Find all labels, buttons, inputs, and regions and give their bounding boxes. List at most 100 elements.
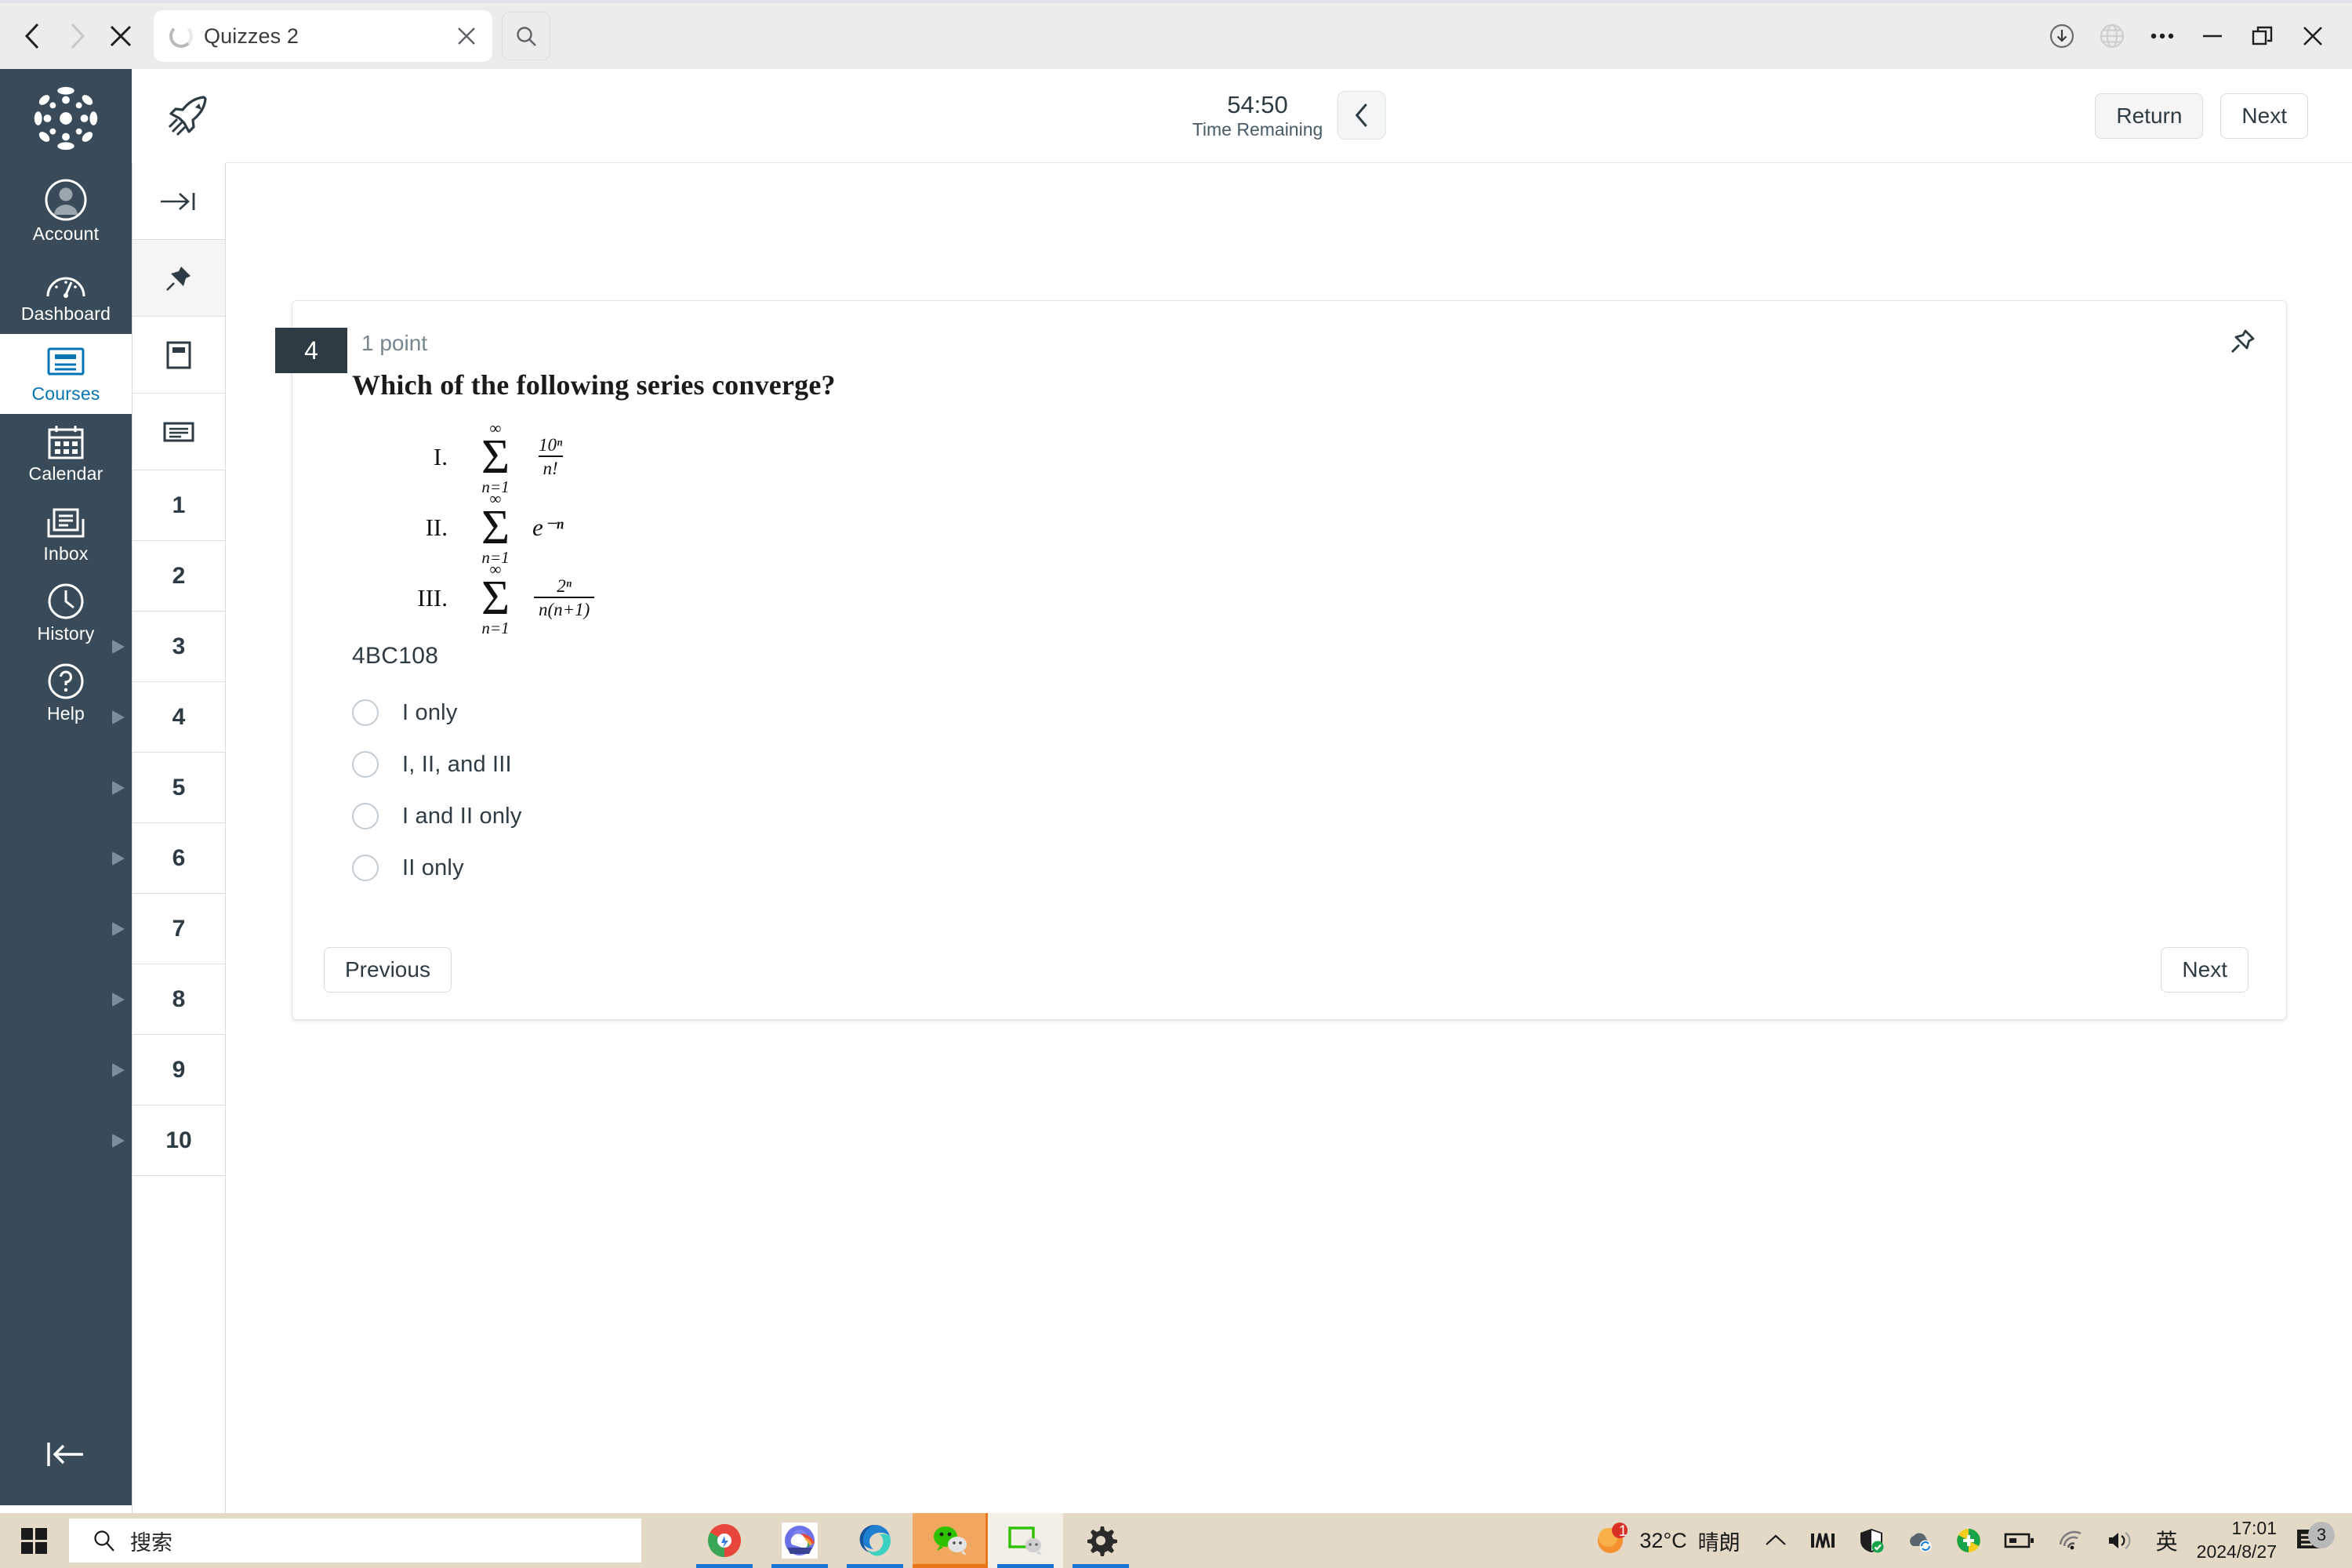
radio-button[interactable] xyxy=(352,855,379,881)
edge-icon xyxy=(859,1525,891,1556)
question-navigation-rail: 1 2 3 4 5 6 7 8 9 10 xyxy=(112,163,226,1513)
question-nav-item[interactable]: 7 xyxy=(112,894,225,964)
next-button-header[interactable]: Next xyxy=(2220,93,2308,139)
tray-sync-cloud[interactable] xyxy=(1896,1513,1944,1568)
tab-close-button[interactable] xyxy=(453,23,480,49)
more-options-button[interactable] xyxy=(2137,12,2187,60)
inbox-icon xyxy=(45,503,86,541)
quiz-header-actions: Return Next xyxy=(2095,93,2352,139)
wecom-icon xyxy=(1008,1526,1042,1555)
question-nav-item[interactable]: 3 xyxy=(112,612,225,682)
download-icon xyxy=(2049,24,2074,49)
previous-button[interactable]: Previous xyxy=(324,947,452,993)
tray-security-plus[interactable] xyxy=(1944,1513,1993,1568)
sigma-glyph: Σ xyxy=(481,572,510,625)
radio-button[interactable] xyxy=(352,699,379,726)
rail-pin-button[interactable] xyxy=(132,240,225,317)
question-number: 1 xyxy=(172,492,186,518)
rail-list-button[interactable] xyxy=(132,394,225,470)
page-icon xyxy=(166,341,191,368)
taskbar-chrome-button[interactable] xyxy=(687,1513,762,1568)
question-nav-item[interactable]: 5 xyxy=(112,753,225,823)
network-monitor-icon xyxy=(1810,1533,1835,1548)
sidebar-item-calendar[interactable]: Calendar xyxy=(0,414,132,494)
collapse-nav-button[interactable] xyxy=(0,1439,132,1469)
windows-taskbar: 搜索 1 32°C 晴朗 英 17:01 2024/8/27 3 xyxy=(0,1513,2352,1568)
download-button[interactable] xyxy=(2037,12,2087,60)
fraction-denominator: n(n+1) xyxy=(534,597,595,620)
question-nav-item[interactable]: 4 xyxy=(112,682,225,753)
question-nav-item[interactable]: 2 xyxy=(132,541,225,612)
question-number: 9 xyxy=(172,1056,186,1083)
close-window-button[interactable] xyxy=(2288,12,2338,60)
taskbar-wecom-button[interactable] xyxy=(988,1513,1063,1568)
quiz-main-content: 4 1 point Which of the following series … xyxy=(226,163,2352,1513)
restore-button[interactable] xyxy=(2238,12,2288,60)
rocket-button[interactable] xyxy=(163,91,220,143)
timer-collapse-button[interactable] xyxy=(1337,91,1386,140)
math-roman-label: I. xyxy=(433,443,448,470)
tray-network-monitor[interactable] xyxy=(1798,1513,1847,1568)
answer-label: I, II, and III xyxy=(402,751,512,777)
clock-time: 17:01 xyxy=(2231,1518,2277,1539)
back-button[interactable] xyxy=(11,14,55,58)
answer-option[interactable]: II only xyxy=(352,842,2286,894)
tray-wifi[interactable] xyxy=(2046,1513,2095,1568)
tray-defender-shield[interactable] xyxy=(1847,1513,1896,1568)
start-button[interactable] xyxy=(0,1513,69,1568)
taskbar-edge-button[interactable] xyxy=(837,1513,913,1568)
taskbar-clock[interactable]: 17:01 2024/8/27 xyxy=(2189,1517,2289,1564)
math-row: I. ∞ Σ n=1 10ⁿ n! xyxy=(399,419,2286,496)
tray-battery[interactable] xyxy=(1993,1513,2046,1568)
question-math-block: I. ∞ Σ n=1 10ⁿ n! II. ∞ Σ n=1 e⁻ⁿ III. ∞… xyxy=(399,419,2286,637)
canvas-logo-icon[interactable] xyxy=(27,80,104,157)
question-pin-button[interactable] xyxy=(2223,323,2261,361)
forward-button[interactable] xyxy=(55,14,99,58)
answer-label: II only xyxy=(402,855,464,880)
question-nav-item[interactable]: 8 xyxy=(112,964,225,1035)
sidebar-item-inbox[interactable]: Inbox xyxy=(0,494,132,574)
weather-widget[interactable]: 1 32°C 晴朗 xyxy=(1580,1522,1752,1559)
chevron-up-icon xyxy=(1765,1534,1786,1545)
sidebar-item-account[interactable]: Account xyxy=(0,174,132,254)
question-number: 3 xyxy=(172,633,186,659)
question-nav-item[interactable]: 10 xyxy=(112,1105,225,1176)
return-button[interactable]: Return xyxy=(2095,93,2204,139)
radio-button[interactable] xyxy=(352,751,379,778)
tray-ime-indicator[interactable]: 英 xyxy=(2145,1513,2189,1568)
translate-button[interactable] xyxy=(2087,12,2137,60)
sidebar-item-courses[interactable]: Courses xyxy=(0,334,132,414)
answer-option[interactable]: I, II, and III xyxy=(352,739,2286,790)
tray-expand-button[interactable] xyxy=(1753,1513,1798,1568)
taskbar-cloud-app-button[interactable] xyxy=(762,1513,837,1568)
question-nav-item[interactable]: 1 xyxy=(132,470,225,541)
rail-collapse-button[interactable] xyxy=(132,163,225,240)
tab-search-button[interactable] xyxy=(502,12,550,60)
question-number: 8 xyxy=(172,985,186,1012)
tray-volume[interactable] xyxy=(2095,1513,2145,1568)
weather-sun-icon: 1 xyxy=(1595,1522,1628,1559)
chrome-icon xyxy=(707,1523,742,1557)
app-running-indicator xyxy=(913,1564,988,1568)
close-icon xyxy=(2303,27,2322,45)
sidebar-item-dashboard[interactable]: Dashboard xyxy=(0,254,132,334)
next-button-footer[interactable]: Next xyxy=(2161,947,2249,993)
taskbar-settings-button[interactable] xyxy=(1063,1513,1138,1568)
question-stem: Which of the following series converge? xyxy=(352,369,836,401)
taskbar-search-box[interactable]: 搜索 xyxy=(69,1519,641,1563)
minimize-button[interactable] xyxy=(2187,12,2238,60)
notification-center-button[interactable]: 3 xyxy=(2289,1522,2341,1556)
rail-page-button[interactable] xyxy=(132,317,225,394)
radio-button[interactable] xyxy=(352,803,379,829)
clock-date: 2024/8/27 xyxy=(2196,1541,2277,1562)
math-roman-label: II. xyxy=(425,514,448,541)
browser-tab[interactable]: Quizzes 2 xyxy=(154,10,492,62)
settings-gear-icon xyxy=(1087,1526,1117,1556)
answer-option[interactable]: I only xyxy=(352,687,2286,739)
taskbar-wechat-button[interactable] xyxy=(913,1513,988,1568)
question-nav-item[interactable]: 9 xyxy=(112,1035,225,1105)
question-points: 1 point xyxy=(361,331,428,355)
question-nav-item[interactable]: 6 xyxy=(112,823,225,894)
answer-option[interactable]: I and II only xyxy=(352,790,2286,842)
stop-button[interactable] xyxy=(99,14,143,58)
